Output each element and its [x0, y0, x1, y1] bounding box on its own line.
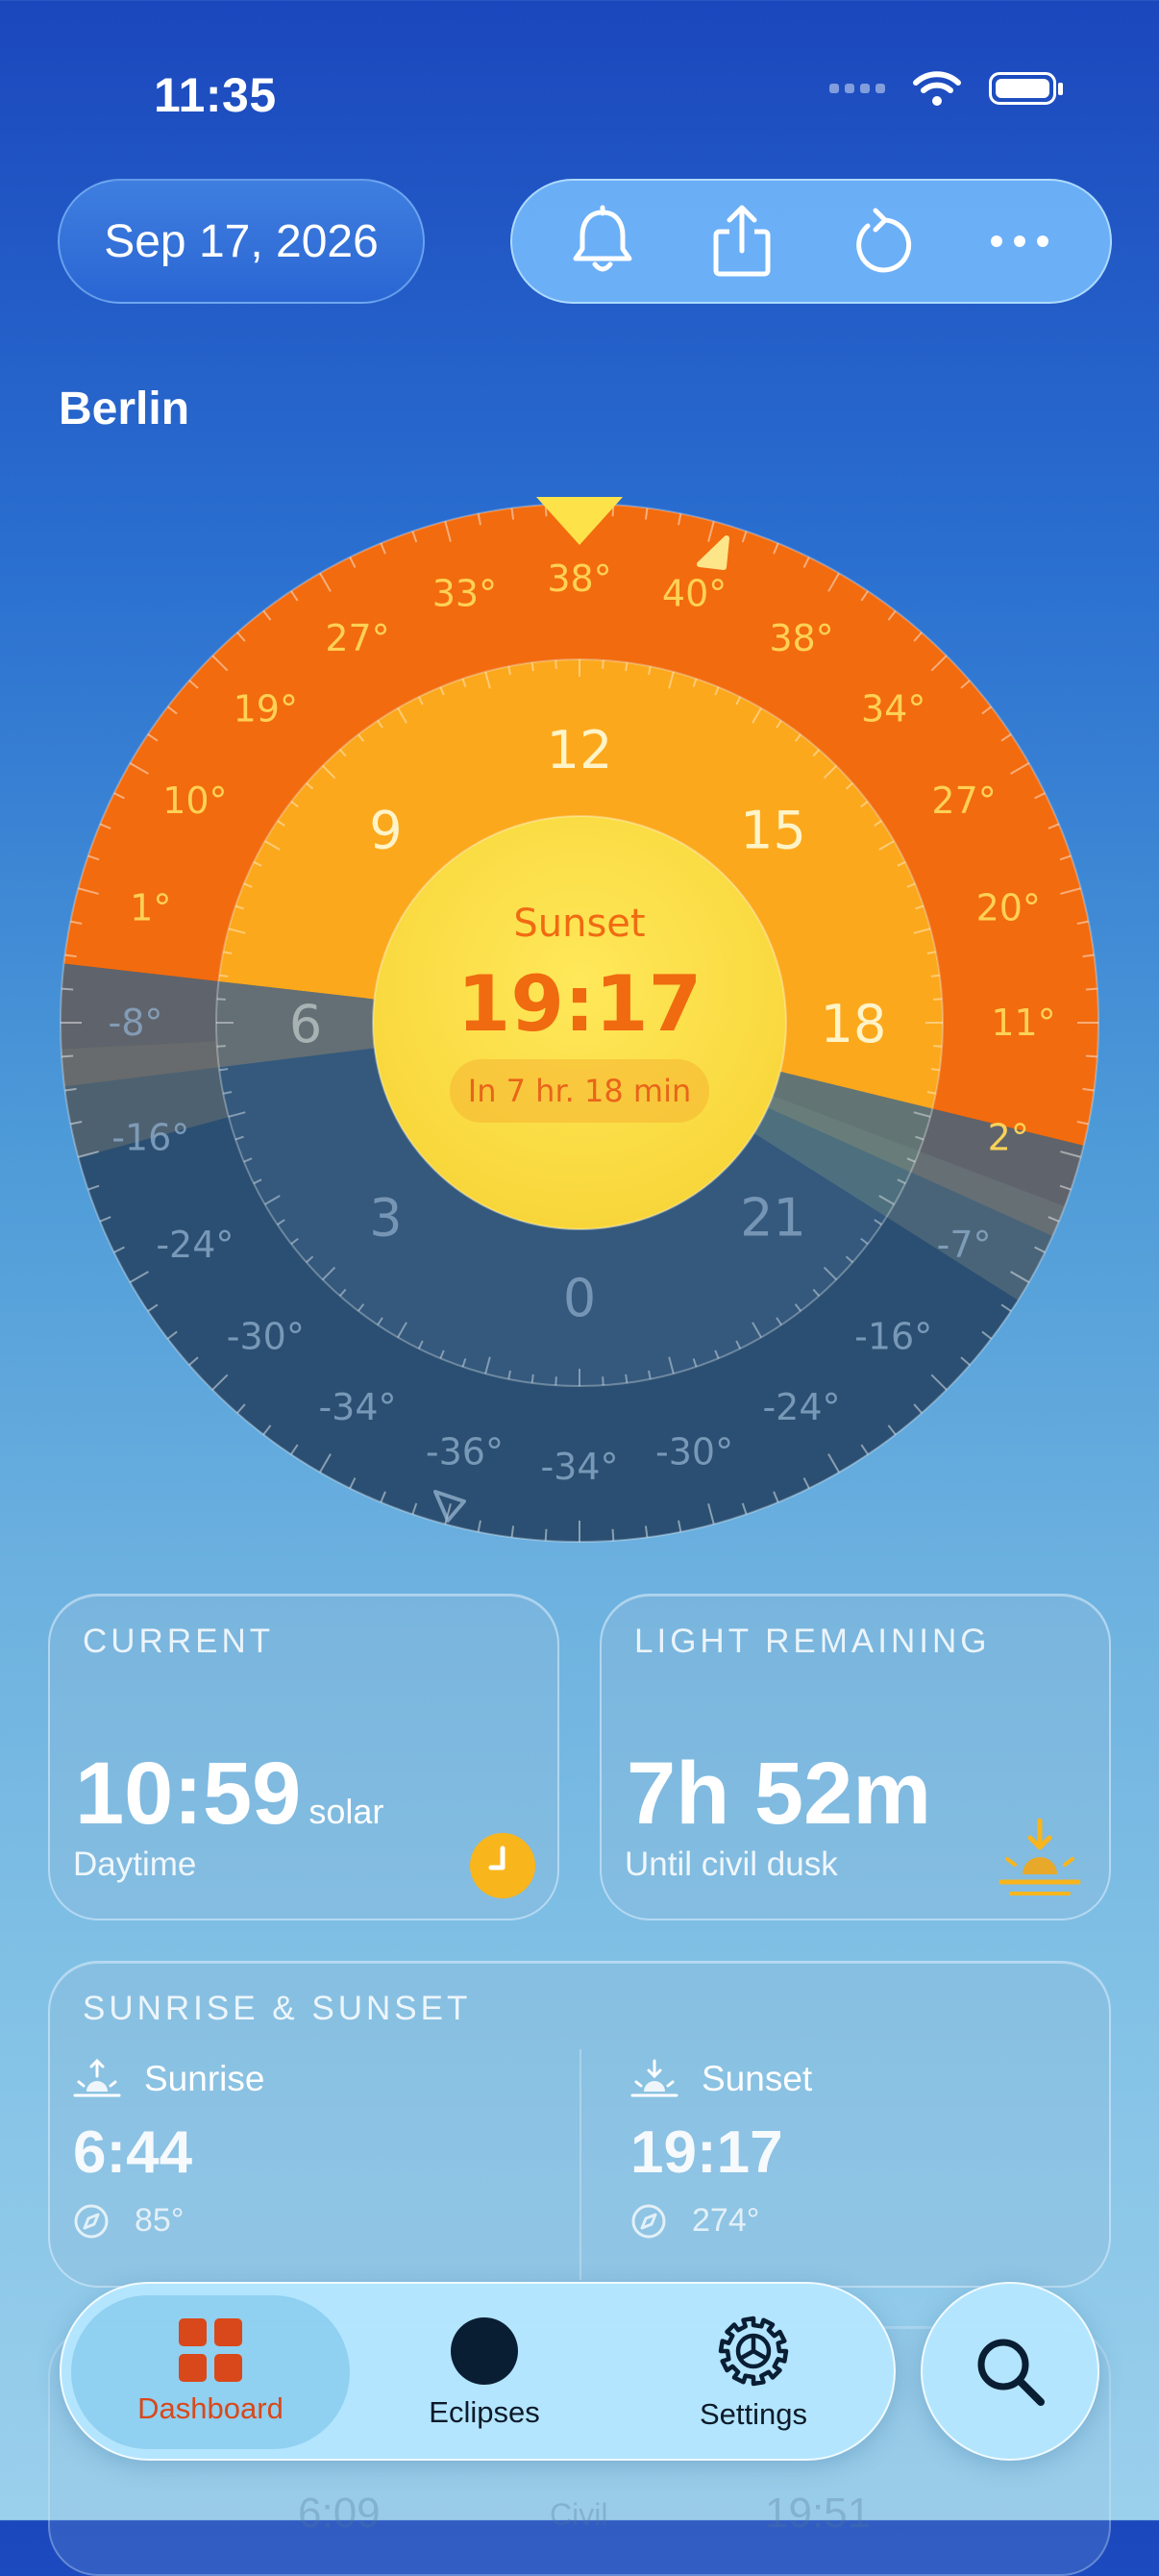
tab-settings[interactable]: Settings: [619, 2284, 888, 2463]
light-remaining-card[interactable]: LIGHT REMAINING 7h 52m Until civil dusk: [600, 1594, 1111, 1920]
date-picker-button[interactable]: Sep 17, 2026: [58, 179, 425, 304]
compass-icon: [631, 2204, 666, 2238]
current-solar-time: 10:59 solar: [75, 1745, 384, 1843]
notifications-button[interactable]: [559, 198, 646, 285]
sunset-icon: [999, 1819, 1081, 1895]
sunrise-sunset-card[interactable]: SUNRISE & SUNSET Sunrise 6:44 85° Sunset…: [48, 1961, 1111, 2288]
elevation-label: -34°: [540, 1446, 618, 1488]
light-remaining-label: Until civil dusk: [625, 1845, 838, 1883]
current-card[interactable]: CURRENT 10:59 solar Daytime: [48, 1594, 559, 1920]
elevation-label: 10°: [162, 780, 227, 822]
refresh-icon: [856, 208, 912, 273]
status-icons: [829, 69, 1063, 108]
divider: [580, 2049, 581, 2280]
countdown-text: In 7 hr. 18 min: [468, 1073, 692, 1109]
sunrise-column: Sunrise 6:44 85°: [73, 2059, 554, 2240]
elevation-label: -24°: [156, 1224, 234, 1266]
elevation-label: 27°: [325, 617, 389, 659]
battery-icon: [989, 72, 1056, 105]
ghost-left-value: 6:09: [298, 2489, 381, 2537]
sunrise-label: Sunrise: [144, 2059, 265, 2098]
hour-label: 15: [740, 800, 806, 860]
top-toolbar: [510, 179, 1112, 304]
ghost-middle-label: Civil: [550, 2497, 608, 2532]
tab-label: Dashboard: [137, 2391, 284, 2425]
sunset-small-icon: [630, 2059, 678, 2097]
compass-icon: [74, 2204, 109, 2238]
hour-label: 0: [563, 1268, 596, 1328]
center-event-time: 19:17: [457, 959, 703, 1049]
hour-label: 12: [547, 720, 613, 780]
elevation-label: 19°: [234, 687, 298, 730]
elevation-label: -7°: [937, 1224, 992, 1266]
card-title: SUNRISE & SUNSET: [83, 1990, 472, 2027]
center-event-label: Sunset: [513, 902, 645, 946]
tab-dashboard[interactable]: Dashboard: [71, 2295, 350, 2449]
tab-label: Settings: [699, 2397, 807, 2431]
elevation-label: -24°: [762, 1386, 840, 1428]
elevation-label: -30°: [227, 1316, 305, 1358]
sunset-azimuth: 274°: [692, 2202, 760, 2239]
location-title: Berlin: [59, 384, 190, 434]
share-button[interactable]: [699, 198, 785, 285]
elevation-label: 27°: [931, 780, 996, 822]
sunset-time: 19:17: [630, 2119, 783, 2186]
hour-label: 21: [740, 1188, 806, 1249]
elevation-label: 20°: [976, 886, 1041, 929]
sunset-label: Sunset: [702, 2059, 813, 2098]
bell-icon: [573, 205, 632, 272]
elevation-label: 38°: [547, 557, 611, 600]
elevation-label: 38°: [769, 617, 833, 659]
hour-label: 6: [289, 994, 322, 1054]
more-icon: [990, 235, 1048, 247]
refresh-button[interactable]: [837, 198, 924, 285]
elevation-label: -36°: [426, 1430, 504, 1473]
ghost-right-value: 19:51: [765, 2489, 872, 2537]
hour-label: 3: [369, 1188, 402, 1249]
sunrise-azimuth: 85°: [135, 2202, 185, 2239]
sunrise-icon: [73, 2059, 121, 2097]
elevation-label: -16°: [111, 1117, 189, 1159]
share-icon: [713, 205, 771, 277]
hour-label: 18: [821, 994, 887, 1054]
elevation-label: -8°: [109, 1002, 163, 1044]
elevation-label: 40°: [662, 573, 727, 615]
search-icon: [977, 2339, 1045, 2406]
tab-eclipses[interactable]: Eclipses: [350, 2284, 619, 2463]
tab-bar: Dashboard Eclipses Settings: [60, 2282, 896, 2461]
card-title: LIGHT REMAINING: [634, 1622, 991, 1660]
sun-dial[interactable]: 0 3 6 9 12 15 18 21 38° 40° 38° 34° 27° 20° 11° 2° -7° -…: [56, 492, 1103, 1553]
elevation-label: 33°: [432, 573, 497, 615]
elevation-label: 34°: [861, 687, 925, 730]
dashboard-icon: [179, 2318, 242, 2382]
elevation-label: -34°: [318, 1386, 396, 1428]
hour-label: 9: [369, 800, 402, 860]
elevation-label: 11°: [991, 1002, 1055, 1044]
cellular-signal-icon: [829, 84, 885, 93]
card-title: CURRENT: [83, 1622, 275, 1660]
sunrise-time: 6:44: [73, 2119, 193, 2186]
sunset-column: Sunset 19:17 274°: [630, 2059, 1111, 2240]
wifi-icon: [913, 71, 961, 106]
elevation-label: -16°: [854, 1316, 932, 1358]
light-remaining-value: 7h 52m: [627, 1745, 932, 1843]
search-button[interactable]: [921, 2282, 1099, 2461]
tab-label: Eclipses: [429, 2395, 540, 2429]
eclipse-icon: [451, 2317, 518, 2385]
current-phase: Daytime: [73, 1845, 197, 1883]
gear-icon: [718, 2316, 789, 2387]
elevation-label: 2°: [988, 1117, 1029, 1159]
elevation-label: -30°: [655, 1430, 733, 1473]
status-time: 11:35: [154, 68, 277, 122]
more-button[interactable]: [976, 198, 1063, 285]
elevation-label: 1°: [130, 886, 171, 929]
clock-icon: [470, 1833, 535, 1898]
